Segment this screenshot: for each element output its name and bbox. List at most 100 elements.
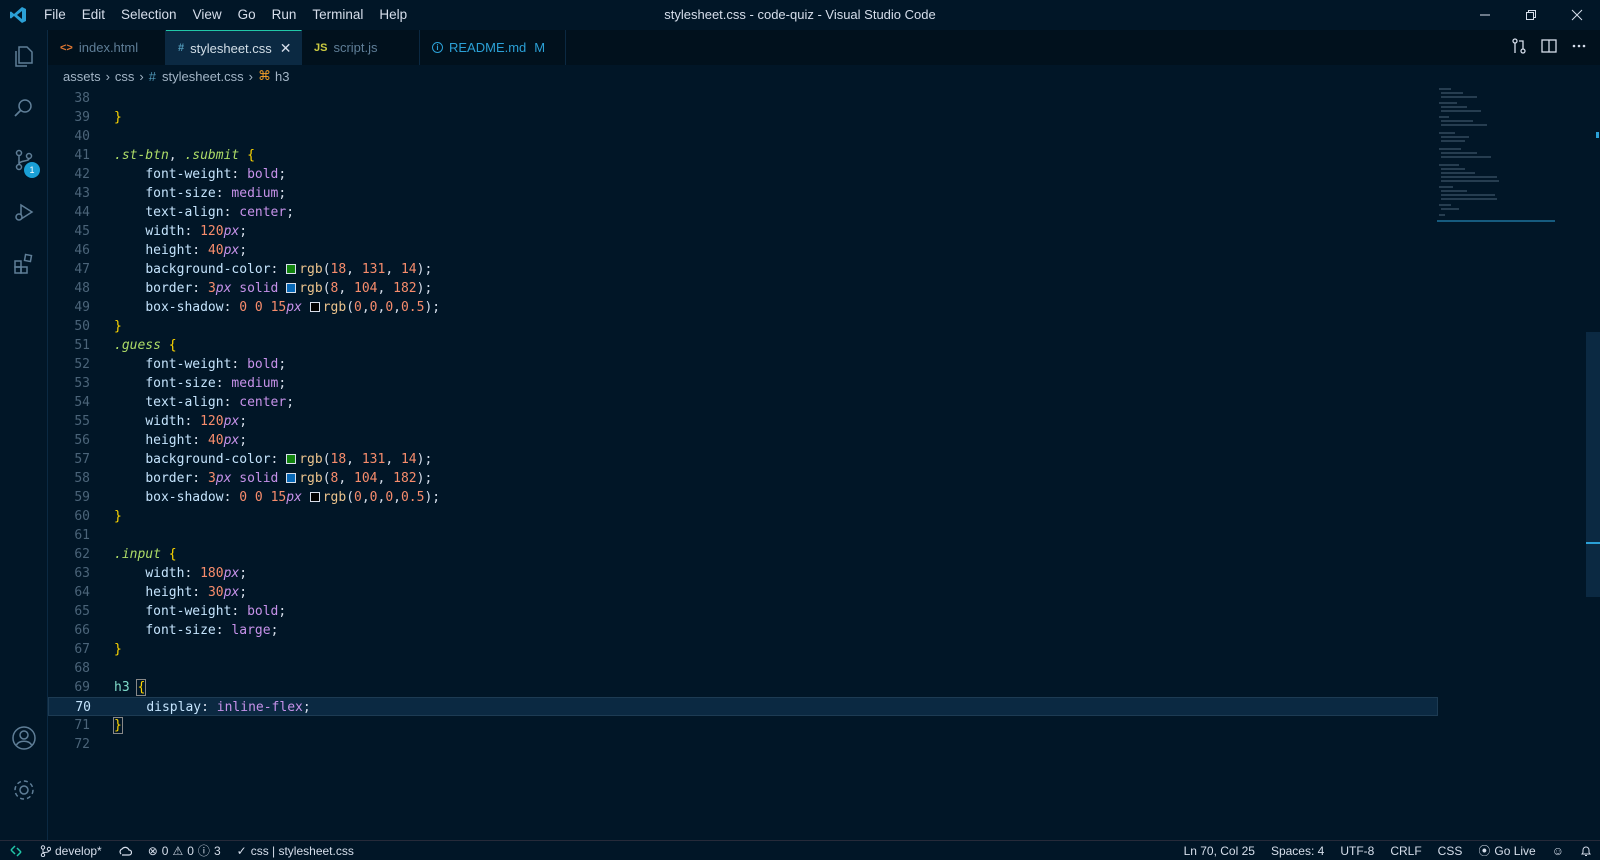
info-icon: ⓘ: [197, 844, 210, 858]
linter-label: css | stylesheet.css: [250, 843, 354, 858]
menu-view[interactable]: View: [185, 0, 230, 30]
tab-readme-md[interactable]: i README.md M: [420, 30, 566, 65]
js-file-icon: JS: [314, 41, 328, 54]
chevron-right-icon: ›: [139, 68, 144, 84]
code-line: 54 text-align: center;: [48, 393, 1438, 412]
feedback-icon[interactable]: ☺: [1544, 842, 1572, 859]
branch-icon: [40, 844, 51, 857]
line-number: 39: [74, 110, 90, 125]
remote-icon[interactable]: [0, 844, 32, 857]
close-window-icon[interactable]: [1554, 0, 1600, 30]
go-live-label: Go Live: [1494, 843, 1536, 858]
line-number: 71: [74, 718, 90, 733]
explorer-icon[interactable]: [0, 30, 48, 82]
activity-bar: 1: [0, 30, 48, 840]
code-line: 61: [48, 526, 1438, 545]
code-line: 72: [48, 735, 1438, 754]
code-line: 60}: [48, 507, 1438, 526]
code-line: 43 font-size: medium;: [48, 184, 1438, 203]
line-number: 53: [74, 376, 90, 391]
tab-stylesheet-css[interactable]: # stylesheet.css ✕: [166, 30, 302, 65]
menu-go[interactable]: Go: [230, 0, 264, 30]
restore-icon[interactable]: [1508, 0, 1554, 30]
tab-label: script.js: [333, 40, 378, 55]
code-line: 64 height: 30px;: [48, 583, 1438, 602]
menu-terminal[interactable]: Terminal: [304, 0, 371, 30]
tab-label: stylesheet.css: [190, 40, 272, 56]
tab-script-js[interactable]: JS script.js: [302, 30, 420, 65]
end-of-line[interactable]: CRLF: [1382, 842, 1429, 859]
code-line: 63 width: 180px;: [48, 564, 1438, 583]
info-count: 3: [213, 843, 221, 858]
menu-selection[interactable]: Selection: [113, 0, 185, 30]
code-line: 71}: [48, 716, 1438, 735]
language-mode[interactable]: CSS: [1430, 842, 1471, 859]
breadcrumb-assets[interactable]: assets: [63, 69, 101, 84]
code-editor[interactable]: 38 39} 40 41 .st-btn, .submit { 42 font-w…: [48, 87, 1600, 839]
account-icon[interactable]: [0, 712, 48, 764]
linter-status[interactable]: ✓ css | stylesheet.css: [229, 844, 362, 858]
line-number: 70: [75, 700, 91, 715]
code-line: 42 font-weight: bold;: [48, 165, 1438, 184]
tab-label: index.html: [78, 40, 139, 55]
extensions-icon[interactable]: [0, 238, 48, 290]
branch-name: develop*: [55, 843, 102, 858]
minimap[interactable]: [1437, 87, 1555, 222]
line-number: 47: [74, 262, 90, 277]
cursor-position[interactable]: Ln 70, Col 25: [1176, 842, 1263, 859]
code-line: 52 font-weight: bold;: [48, 355, 1438, 374]
code-line: 62 .input {: [48, 545, 1438, 564]
code-line: 59 box-shadow: 0 0 15px rgb(0,0,0,0.5);: [48, 488, 1438, 507]
notifications-bell-icon[interactable]: [1572, 842, 1600, 859]
more-actions-icon[interactable]: [1570, 37, 1588, 59]
vertical-scrollbar[interactable]: [1586, 87, 1600, 822]
code-line: 48 border: 3px solid rgb(8, 104, 182);: [48, 279, 1438, 298]
breadcrumb-file[interactable]: stylesheet.css: [162, 69, 244, 84]
line-number: 43: [74, 186, 90, 201]
code-line: 40: [48, 127, 1438, 146]
branch-indicator[interactable]: develop*: [32, 844, 110, 858]
line-number: 44: [74, 205, 90, 220]
tab-label: README.md: [449, 40, 527, 55]
menu-help[interactable]: Help: [371, 0, 415, 30]
line-number: 72: [74, 737, 90, 752]
line-number: 62: [74, 547, 90, 562]
css-file-icon: #: [178, 42, 185, 54]
encoding[interactable]: UTF-8: [1332, 842, 1382, 859]
info-file-icon: i: [432, 42, 443, 53]
code-line: 53 font-size: medium;: [48, 374, 1438, 393]
breadcrumb-symbol[interactable]: h3: [275, 69, 289, 84]
line-number: 57: [74, 452, 90, 467]
source-control-icon[interactable]: 1: [0, 134, 48, 186]
code-line: 39}: [48, 108, 1438, 127]
go-live-button[interactable]: ⦿ Go Live: [1470, 842, 1543, 859]
tab-index-html[interactable]: <> index.html: [48, 30, 166, 65]
chevron-right-icon: ›: [248, 68, 253, 84]
search-icon[interactable]: [0, 82, 48, 134]
warning-count: 0: [187, 843, 194, 858]
code-line: 69 h3 {: [48, 678, 1438, 697]
problems-indicator[interactable]: ⊗ 0 ⚠ 0 ⓘ 3: [140, 842, 229, 859]
breadcrumb-css[interactable]: css: [115, 69, 135, 84]
sync-icon[interactable]: [110, 845, 140, 857]
menu-edit[interactable]: Edit: [74, 0, 113, 30]
line-number: 54: [74, 395, 90, 410]
menu-file[interactable]: File: [36, 0, 74, 30]
line-number: 61: [74, 528, 90, 543]
split-editor-icon[interactable]: [1540, 37, 1558, 59]
indentation[interactable]: Spaces: 4: [1263, 842, 1332, 859]
menu-run[interactable]: Run: [264, 0, 305, 30]
code-line: 44 text-align: center;: [48, 203, 1438, 222]
run-debug-icon[interactable]: [0, 186, 48, 238]
open-changes-icon[interactable]: [1510, 37, 1528, 59]
check-icon: ✓: [236, 843, 247, 858]
line-number: 52: [74, 357, 90, 372]
breadcrumb: assets › css › # stylesheet.css › ⌘ h3: [48, 65, 1600, 87]
code-line: 66 font-size: large;: [48, 621, 1438, 640]
current-code-line: 70 display: inline-flex;: [48, 697, 1438, 716]
code-line: 56 height: 40px;: [48, 431, 1438, 450]
minimize-icon[interactable]: [1462, 0, 1508, 30]
close-tab-icon[interactable]: ✕: [280, 40, 292, 57]
settings-gear-icon[interactable]: [0, 764, 48, 816]
title-bar: File Edit Selection View Go Run Terminal…: [0, 0, 1600, 30]
